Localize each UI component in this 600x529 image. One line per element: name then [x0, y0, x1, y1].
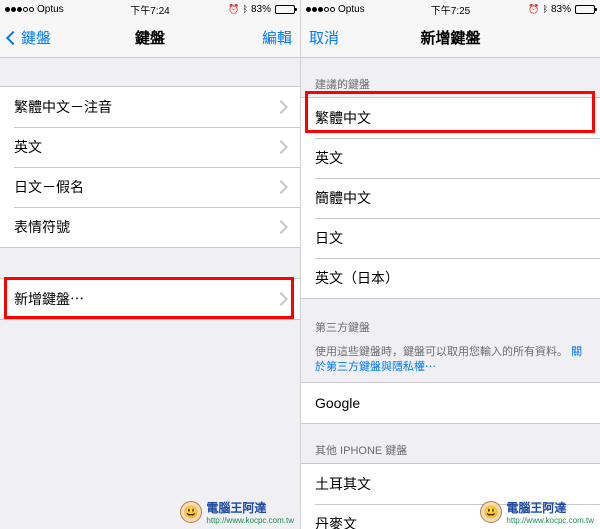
list-item[interactable]: 繁體中文－注音: [0, 87, 300, 127]
third-party-list: Google: [301, 382, 600, 424]
phone-right: Optus 下午7:25 ⏰ ᛒ 83% 取消 新增鍵盤 建議的鍵盤 繁體中文 …: [300, 0, 600, 529]
bluetooth-icon: ᛒ: [543, 4, 548, 14]
list-item[interactable]: 日文: [301, 218, 600, 258]
add-keyboard-list: 新增鍵盤⋯: [0, 278, 300, 320]
nav-title: 新增鍵盤: [420, 27, 480, 48]
group-header-third: 第三方鍵盤: [301, 319, 600, 340]
avatar-icon: 😃: [480, 501, 502, 523]
bluetooth-icon: ᛒ: [243, 4, 248, 14]
carrier: Optus: [37, 4, 64, 15]
list-item[interactable]: 英文（日本）: [301, 258, 600, 298]
list-item[interactable]: 繁體中文: [301, 98, 600, 138]
content: 建議的鍵盤 繁體中文 英文 簡體中文 日文 英文（日本） 第三方鍵盤 使用這些鍵…: [301, 58, 600, 529]
nav-bar: 取消 新增鍵盤: [301, 18, 600, 58]
watermark: 😃 電腦王阿達 http://www.kocpc.com.tw: [180, 499, 294, 525]
battery-icon: [275, 5, 295, 14]
nav-title: 鍵盤: [135, 27, 165, 48]
list-item[interactable]: 英文: [0, 127, 300, 167]
nav-bar: 鍵盤 鍵盤 編輯: [0, 18, 300, 58]
list-item[interactable]: 日文－假名: [0, 167, 300, 207]
list-item[interactable]: 英文: [301, 138, 600, 178]
alarm-icon: ⏰: [228, 4, 239, 15]
group-footer-third: 使用這些鍵盤時，鍵盤可以取用您輸入的所有資料。 關於第三方鍵盤與隱私權⋯: [301, 340, 600, 376]
add-keyboard-row[interactable]: 新增鍵盤⋯: [0, 279, 300, 319]
chevron-left-icon: [6, 30, 20, 44]
status-time: 下午7:24: [130, 2, 169, 17]
phone-left: Optus 下午7:24 ⏰ ᛒ 83% 鍵盤 鍵盤 編輯 繁體中文－注音 英文: [0, 0, 300, 529]
keyboard-list: 繁體中文－注音 英文 日文－假名 表情符號: [0, 86, 300, 248]
suggested-list: 繁體中文 英文 簡體中文 日文 英文（日本）: [301, 97, 600, 299]
edit-button[interactable]: 編輯: [262, 27, 292, 48]
status-bar: Optus 下午7:25 ⏰ ᛒ 83%: [301, 0, 600, 18]
list-item[interactable]: 表情符號: [0, 207, 300, 247]
alarm-icon: ⏰: [528, 4, 539, 15]
status-time: 下午7:25: [431, 2, 470, 17]
watermark: 😃 電腦王阿達 http://www.kocpc.com.tw: [480, 499, 594, 525]
battery-pct: 83%: [251, 4, 271, 15]
content: 繁體中文－注音 英文 日文－假名 表情符號 新增鍵盤⋯: [0, 58, 300, 529]
list-item[interactable]: Google: [301, 383, 600, 423]
group-header-other: 其他 IPHONE 鍵盤: [301, 442, 600, 463]
carrier: Optus: [338, 4, 365, 15]
list-item[interactable]: 簡體中文: [301, 178, 600, 218]
cancel-button[interactable]: 取消: [309, 27, 339, 48]
battery-icon: [575, 5, 595, 14]
group-header-suggested: 建議的鍵盤: [301, 76, 600, 97]
battery-pct: 83%: [551, 4, 571, 15]
status-bar: Optus 下午7:24 ⏰ ᛒ 83%: [0, 0, 300, 18]
avatar-icon: 😃: [180, 501, 202, 523]
list-item[interactable]: 土耳其文: [301, 464, 600, 504]
back-button[interactable]: 鍵盤: [8, 27, 51, 48]
